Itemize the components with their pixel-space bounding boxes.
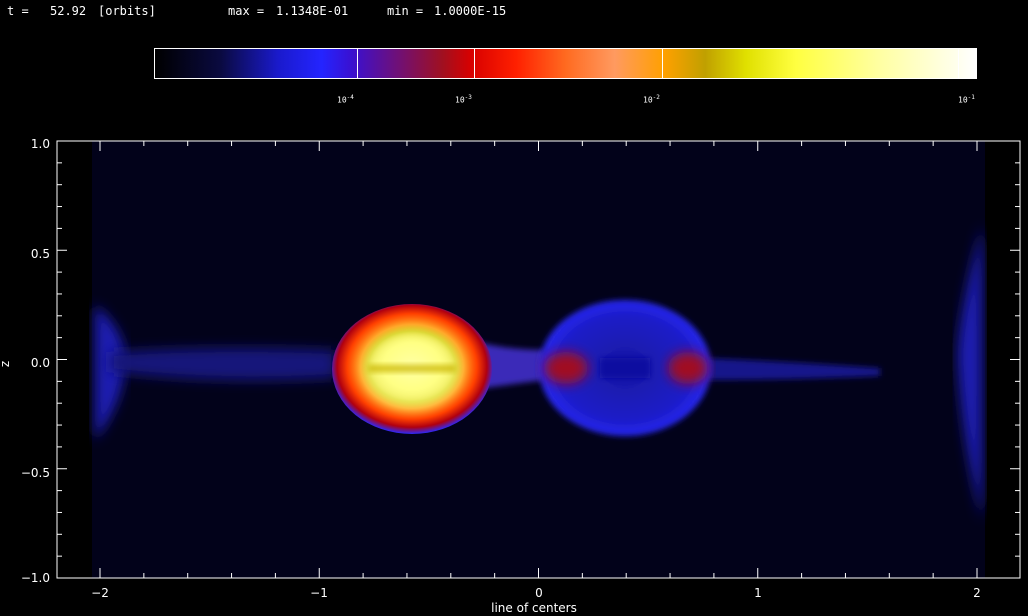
y-tick-label: 0.5 <box>31 247 50 261</box>
x-tick-label: −1 <box>310 586 328 600</box>
left-star-midplane <box>368 365 456 372</box>
x-tick-label: 2 <box>973 586 981 600</box>
right-star-core <box>600 358 650 378</box>
x-tick-label: −2 <box>91 586 109 600</box>
y-tick-label: −0.5 <box>21 466 50 480</box>
y-tick-label: 1.0 <box>31 137 50 151</box>
x-tick-label: 1 <box>754 586 762 600</box>
right-star-hotspot-right <box>668 352 708 384</box>
x-tick-label: 0 <box>535 586 543 600</box>
right-star-hotspot-left <box>544 352 588 384</box>
x-axis-title: line of centers <box>491 601 577 615</box>
y-tick-label: 0.0 <box>31 356 50 370</box>
density-plot: −2 −1 0 1 2 1.0 0.5 0.0 −0.5 −1.0 line o… <box>0 137 1021 615</box>
y-axis-title: z <box>0 361 12 367</box>
y-tick-label: −1.0 <box>21 571 50 585</box>
